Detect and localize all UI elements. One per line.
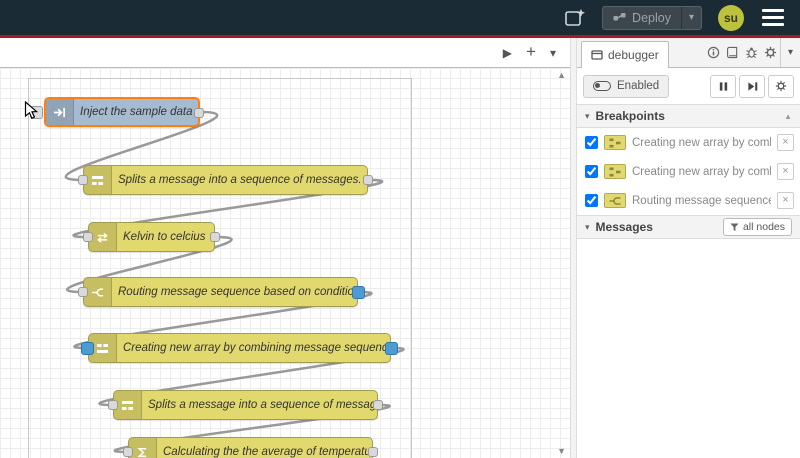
join-node-mini-icon: [604, 164, 626, 179]
remove-breakpoint-button[interactable]: ×: [777, 163, 794, 180]
split-icon: [84, 166, 112, 194]
debugger-tab-icon: [591, 50, 603, 60]
node-label: Splits a message into a sequence of mess…: [118, 174, 362, 186]
breakpoint-input-port[interactable]: [81, 342, 94, 355]
toggle-icon: [593, 81, 611, 91]
breakpoint-row[interactable]: Creating new array by combining message …: [577, 157, 800, 186]
output-port[interactable]: [373, 400, 383, 410]
main-menu-icon[interactable]: [760, 7, 786, 28]
breakpoint-checkbox[interactable]: [585, 165, 598, 178]
message-filter-label: all nodes: [742, 221, 785, 233]
breakpoint-checkbox[interactable]: [585, 194, 598, 207]
function-icon: [129, 438, 157, 458]
tab-debugger-label: debugger: [608, 48, 659, 62]
change-icon: [89, 223, 117, 251]
output-port[interactable]: [210, 232, 220, 242]
mouse-cursor: [24, 100, 39, 125]
debug-bug-icon[interactable]: [742, 38, 761, 67]
sidebar-tab-icons: ▾: [704, 38, 800, 67]
node-label: Splits a message into a sequence of mess…: [148, 399, 377, 411]
breakpoint-label: Routing message sequence based on condit…: [632, 194, 771, 207]
pause-button[interactable]: [710, 74, 736, 98]
flow-node-average[interactable]: Calculating the the average of temperatu…: [123, 437, 378, 458]
split-icon: [114, 391, 142, 419]
breakpoints-section-header[interactable]: ▾ Breakpoints ▲: [577, 104, 800, 128]
workspace: ▶ + ▾ Inject the sample data Splits a me…: [0, 38, 570, 458]
input-port[interactable]: [78, 287, 88, 297]
breakpoint-row[interactable]: Routing message sequence based on condit…: [577, 186, 800, 215]
assistant-icon[interactable]: [564, 8, 586, 28]
flow-node-inject[interactable]: Inject the sample data: [30, 97, 204, 127]
node-label: Inject the sample data: [80, 106, 193, 118]
input-port[interactable]: [83, 232, 93, 242]
list-scroll-up-icon[interactable]: ▲: [784, 112, 792, 121]
flow-list-icon[interactable]: ▾: [550, 47, 556, 59]
node-red-app: Deploy ▾ su ▶ + ▾ Inject the sample data…: [0, 0, 800, 458]
breakpoint-checkbox[interactable]: [585, 136, 598, 149]
messages-title: Messages: [595, 220, 653, 234]
messages-empty-area: [577, 239, 800, 458]
node-label: Kelvin to celcius: [123, 231, 206, 243]
node-label: Routing message sequence based on condit…: [118, 286, 357, 298]
remove-breakpoint-button[interactable]: ×: [777, 192, 794, 209]
switch-node-mini-icon: [604, 193, 626, 208]
node-label: Calculating the the average of temperatu…: [163, 446, 372, 458]
inject-icon: [46, 99, 74, 125]
deploy-options-caret[interactable]: ▾: [680, 6, 701, 29]
sidebar-splitter[interactable]: [570, 38, 577, 458]
breakpoint-row[interactable]: Creating new array by combining message …: [577, 128, 800, 157]
flow-canvas[interactable]: Inject the sample data Splits a message …: [0, 68, 570, 458]
enabled-label: Enabled: [617, 80, 660, 92]
flow-node-change[interactable]: Kelvin to celcius: [83, 222, 220, 252]
debugger-settings-gear-icon[interactable]: [768, 74, 794, 98]
message-filter-button[interactable]: all nodes: [722, 218, 792, 236]
input-port[interactable]: [78, 175, 88, 185]
tab-debugger[interactable]: debugger: [581, 41, 669, 68]
config-gear-icon[interactable]: [761, 38, 780, 67]
deploy-label: Deploy: [632, 10, 671, 25]
flow-node-join[interactable]: Creating new array by combining message …: [81, 333, 398, 363]
output-port[interactable]: [363, 175, 373, 185]
flow-node-split[interactable]: Splits a message into a sequence of mess…: [108, 390, 383, 420]
input-port[interactable]: [123, 447, 133, 457]
input-port[interactable]: [108, 400, 118, 410]
chevron-down-icon: ▾: [585, 110, 590, 121]
debugger-toolbar: Enabled: [577, 68, 800, 104]
step-button[interactable]: [739, 74, 765, 98]
messages-section-header[interactable]: ▾ Messages all nodes: [577, 215, 800, 239]
breakpoint-label: Creating new array by combining message …: [632, 136, 771, 149]
sidebar-tabbar: debugger ▾: [577, 38, 800, 68]
join-node-mini-icon: [604, 135, 626, 150]
add-flow-button[interactable]: +: [526, 43, 536, 60]
tab-scroll-icon[interactable]: ▶: [503, 47, 512, 59]
enabled-toggle-button[interactable]: Enabled: [583, 74, 670, 98]
remove-breakpoint-button[interactable]: ×: [777, 134, 794, 151]
info-icon[interactable]: [704, 38, 723, 67]
flow-node-split[interactable]: Splits a message into a sequence of mess…: [78, 165, 373, 195]
canvas-scroll-down-icon[interactable]: ▼: [557, 446, 566, 456]
flow-tabbar: ▶ + ▾: [0, 38, 570, 68]
flow-node-switch[interactable]: Routing message sequence based on condit…: [78, 277, 365, 307]
output-port[interactable]: [368, 447, 378, 457]
help-book-icon[interactable]: [723, 38, 742, 67]
funnel-icon: [730, 222, 739, 231]
user-avatar[interactable]: su: [718, 4, 744, 31]
deploy-button[interactable]: Deploy ▾: [602, 5, 702, 30]
breakpoint-output-port[interactable]: [352, 286, 365, 299]
switch-icon: [84, 278, 112, 306]
sidebar-menu-caret[interactable]: ▾: [780, 38, 800, 67]
breakpoints-title: Breakpoints: [595, 109, 665, 123]
node-label: Creating new array by combining message …: [123, 342, 390, 354]
breakpoint-label: Creating new array by combining message …: [632, 165, 771, 178]
sidebar: debugger ▾ Enabled ▾ Breakpoints ▲ Creat…: [577, 38, 800, 458]
main-area: ▶ + ▾ Inject the sample data Splits a me…: [0, 38, 800, 458]
output-port[interactable]: [194, 108, 204, 118]
app-header: Deploy ▾ su: [0, 0, 800, 35]
debugger-controls: [710, 74, 794, 98]
chevron-down-icon: ▾: [585, 221, 590, 232]
breakpoint-output-port[interactable]: [385, 342, 398, 355]
canvas-scroll-up-icon[interactable]: ▲: [557, 70, 566, 80]
deploy-icon: [613, 12, 626, 20]
